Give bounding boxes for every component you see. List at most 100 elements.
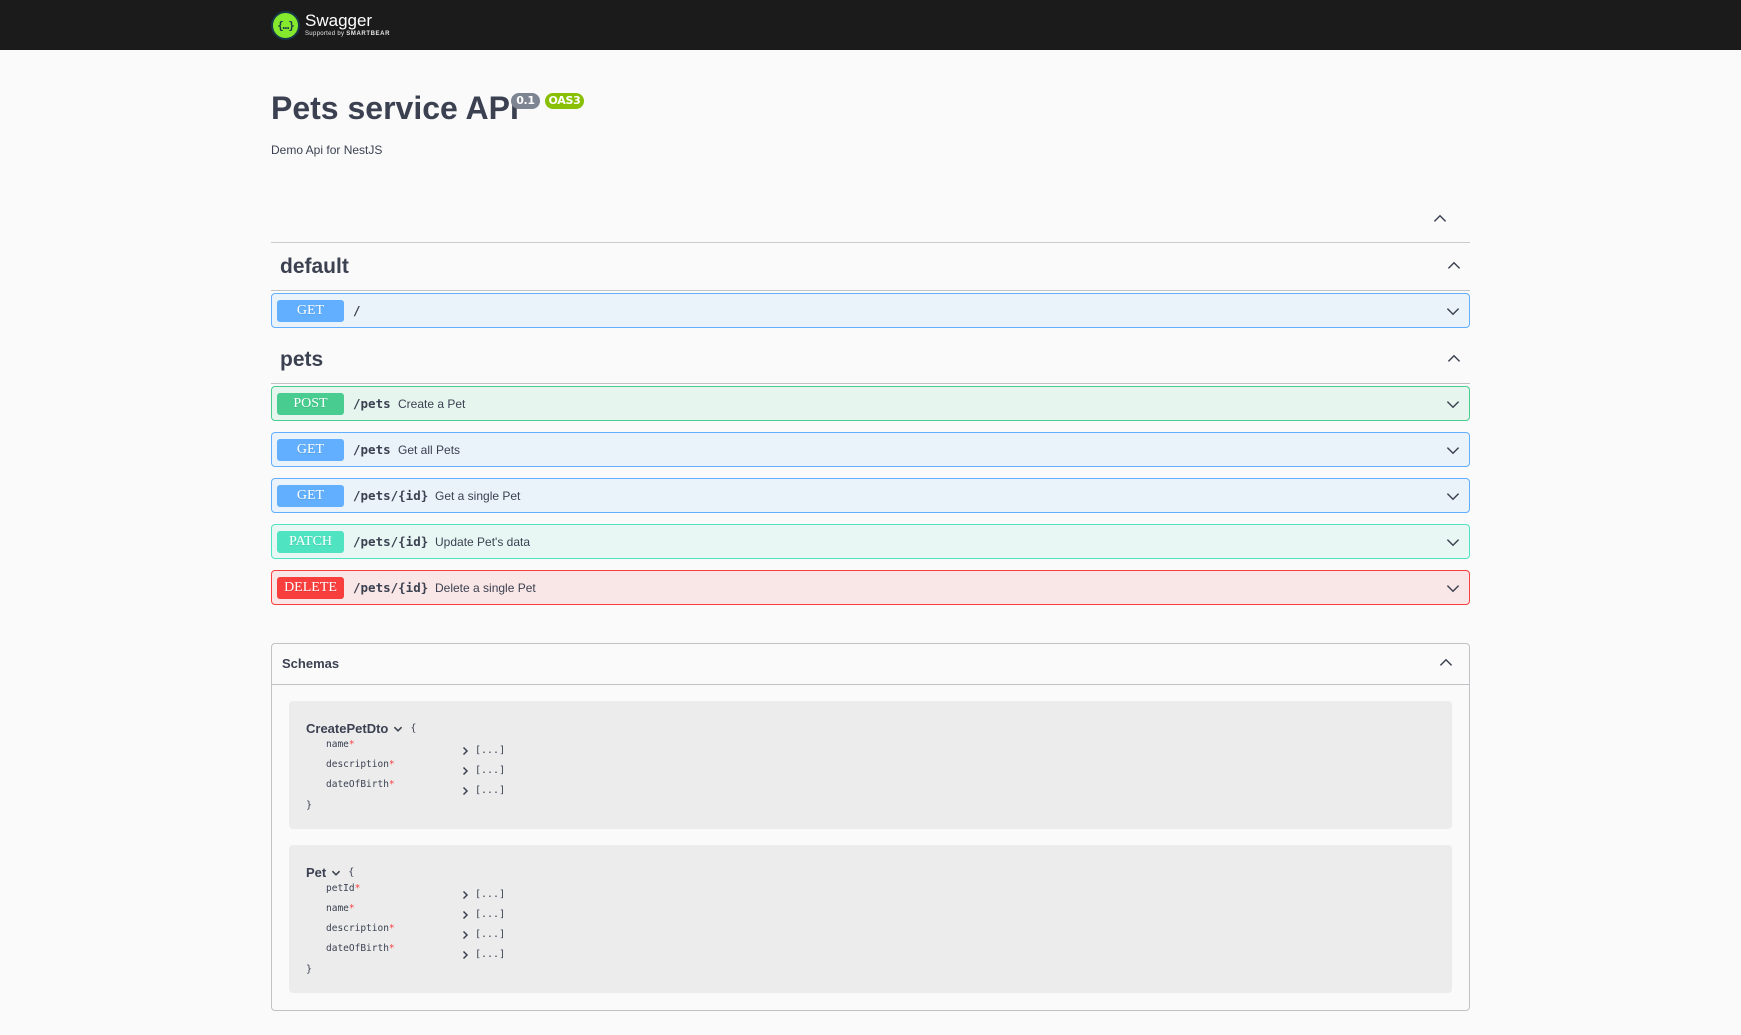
required-marker: * xyxy=(348,739,355,750)
property-value[interactable]: [...] xyxy=(460,745,505,756)
oas-badge: OAS3 xyxy=(545,93,584,109)
property-label: name xyxy=(326,739,349,750)
chevron-right-icon[interactable] xyxy=(460,910,470,920)
property-label: description xyxy=(326,759,389,770)
required-marker: * xyxy=(388,779,395,790)
property-value[interactable]: [...] xyxy=(460,785,505,796)
required-marker: * xyxy=(388,759,395,770)
operation-summary: Get all Pets xyxy=(398,443,461,457)
model-pet: Pet { petId* [...] name* [...] descripti… xyxy=(289,845,1452,993)
operation-summary: Get a single Pet xyxy=(435,489,521,503)
collapsed-value: [...] xyxy=(475,909,506,920)
chevron-up-icon[interactable] xyxy=(1443,255,1465,277)
swagger-logo[interactable]: {…} Swagger Supported by SMARTBEAR xyxy=(271,8,390,42)
method-badge: POST xyxy=(277,393,344,415)
chevron-down-icon[interactable] xyxy=(392,723,404,735)
operation-path: /pets/{id} xyxy=(353,580,429,595)
schemas-title: Schemas xyxy=(282,656,340,671)
property-value[interactable]: [...] xyxy=(460,909,505,920)
collapsed-value: [...] xyxy=(475,889,506,900)
operation-path: / xyxy=(353,303,361,318)
chevron-right-icon[interactable] xyxy=(460,890,470,900)
property-name: dateOfBirth* xyxy=(326,779,395,790)
required-marker: * xyxy=(354,883,361,894)
logo-tagline-prefix: Supported by xyxy=(305,31,345,37)
tag-pets[interactable]: pets xyxy=(271,336,1470,384)
required-marker: * xyxy=(348,903,355,914)
open-brace: { xyxy=(410,723,417,734)
schemas-section: Schemas CreatePetDto { name* [...] descr… xyxy=(271,643,1470,1011)
page-title: Pets service API xyxy=(271,90,519,126)
logo-name: Swagger xyxy=(305,11,373,30)
operation-path: /pets/{id} xyxy=(353,488,429,503)
property-name: name* xyxy=(326,739,355,750)
version-badge: 0.1 xyxy=(511,93,540,109)
chevron-right-icon[interactable] xyxy=(460,786,470,796)
property-label: dateOfBirth xyxy=(326,779,389,790)
collapsed-value: [...] xyxy=(475,765,506,776)
logo-text: Swagger Supported by SMARTBEAR xyxy=(305,12,390,38)
property-label: name xyxy=(326,903,349,914)
operation-delete-pet[interactable]: DELETE /pets/{id} Delete a single Pet xyxy=(271,570,1470,605)
property-name: dateOfBirth* xyxy=(326,943,395,954)
chevron-down-icon[interactable] xyxy=(1442,439,1464,461)
collapsed-value: [...] xyxy=(475,929,506,940)
property-name: description* xyxy=(326,923,395,934)
model-title[interactable]: CreatePetDto { xyxy=(306,721,416,736)
chevron-right-icon[interactable] xyxy=(460,746,470,756)
api-description: Demo Api for NestJS xyxy=(271,143,383,157)
tag-name: default xyxy=(280,255,349,278)
chevron-up-icon[interactable] xyxy=(1429,208,1451,230)
required-marker: * xyxy=(388,943,395,954)
logo-tagline-company: SMARTBEAR xyxy=(346,31,390,37)
chevron-up-icon[interactable] xyxy=(1443,348,1465,370)
model-createpetdto: CreatePetDto { name* [...] description* … xyxy=(289,701,1452,829)
chevron-down-icon[interactable] xyxy=(1442,577,1464,599)
method-badge: GET xyxy=(277,439,344,461)
chevron-right-icon[interactable] xyxy=(460,766,470,776)
chevron-down-icon[interactable] xyxy=(1442,485,1464,507)
operation-path: /pets xyxy=(353,442,391,457)
model-name: CreatePetDto xyxy=(306,721,389,736)
property-value[interactable]: [...] xyxy=(460,929,505,940)
close-brace: } xyxy=(306,800,313,811)
method-badge: PATCH xyxy=(277,531,344,553)
property-label: petId xyxy=(326,883,355,894)
chevron-up-icon[interactable] xyxy=(1435,652,1457,674)
chevron-down-icon[interactable] xyxy=(1442,300,1464,322)
property-value[interactable]: [...] xyxy=(460,765,505,776)
operation-summary: Delete a single Pet xyxy=(435,581,536,595)
operation-post-pets[interactable]: POST /pets Create a Pet xyxy=(271,386,1470,421)
property-value[interactable]: [...] xyxy=(460,949,505,960)
property-name: name* xyxy=(326,903,355,914)
required-marker: * xyxy=(388,923,395,934)
swagger-logo-icon: {…} xyxy=(271,10,300,40)
operation-path: /pets/{id} xyxy=(353,534,429,549)
method-badge: DELETE xyxy=(277,577,344,599)
operation-patch-pet[interactable]: PATCH /pets/{id} Update Pet's data xyxy=(271,524,1470,559)
property-name: description* xyxy=(326,759,395,770)
tag-default[interactable]: default xyxy=(271,243,1470,291)
chevron-down-icon[interactable] xyxy=(1442,393,1464,415)
chevron-right-icon[interactable] xyxy=(460,930,470,940)
open-brace: { xyxy=(348,867,355,878)
property-value[interactable]: [...] xyxy=(460,889,505,900)
tag-name: pets xyxy=(280,348,324,371)
model-title[interactable]: Pet { xyxy=(306,865,354,880)
collapsed-value: [...] xyxy=(475,745,506,756)
operation-get-pet-by-id[interactable]: GET /pets/{id} Get a single Pet xyxy=(271,478,1470,513)
method-badge: GET xyxy=(277,485,344,507)
operation-summary: Create a Pet xyxy=(398,397,466,411)
chevron-right-icon[interactable] xyxy=(460,950,470,960)
chevron-down-icon[interactable] xyxy=(1442,531,1464,553)
operation-get-root[interactable]: GET / xyxy=(271,293,1470,328)
collapsed-value: [...] xyxy=(475,949,506,960)
operation-summary: Update Pet's data xyxy=(435,535,531,549)
topbar: {…} Swagger Supported by SMARTBEAR xyxy=(0,0,1741,50)
method-badge: GET xyxy=(277,300,344,322)
property-label: description xyxy=(326,923,389,934)
chevron-down-icon[interactable] xyxy=(330,867,342,879)
operation-get-pets[interactable]: GET /pets Get all Pets xyxy=(271,432,1470,467)
logo-tagline: Supported by SMARTBEAR xyxy=(305,30,390,38)
schemas-header[interactable]: Schemas xyxy=(272,644,1469,685)
